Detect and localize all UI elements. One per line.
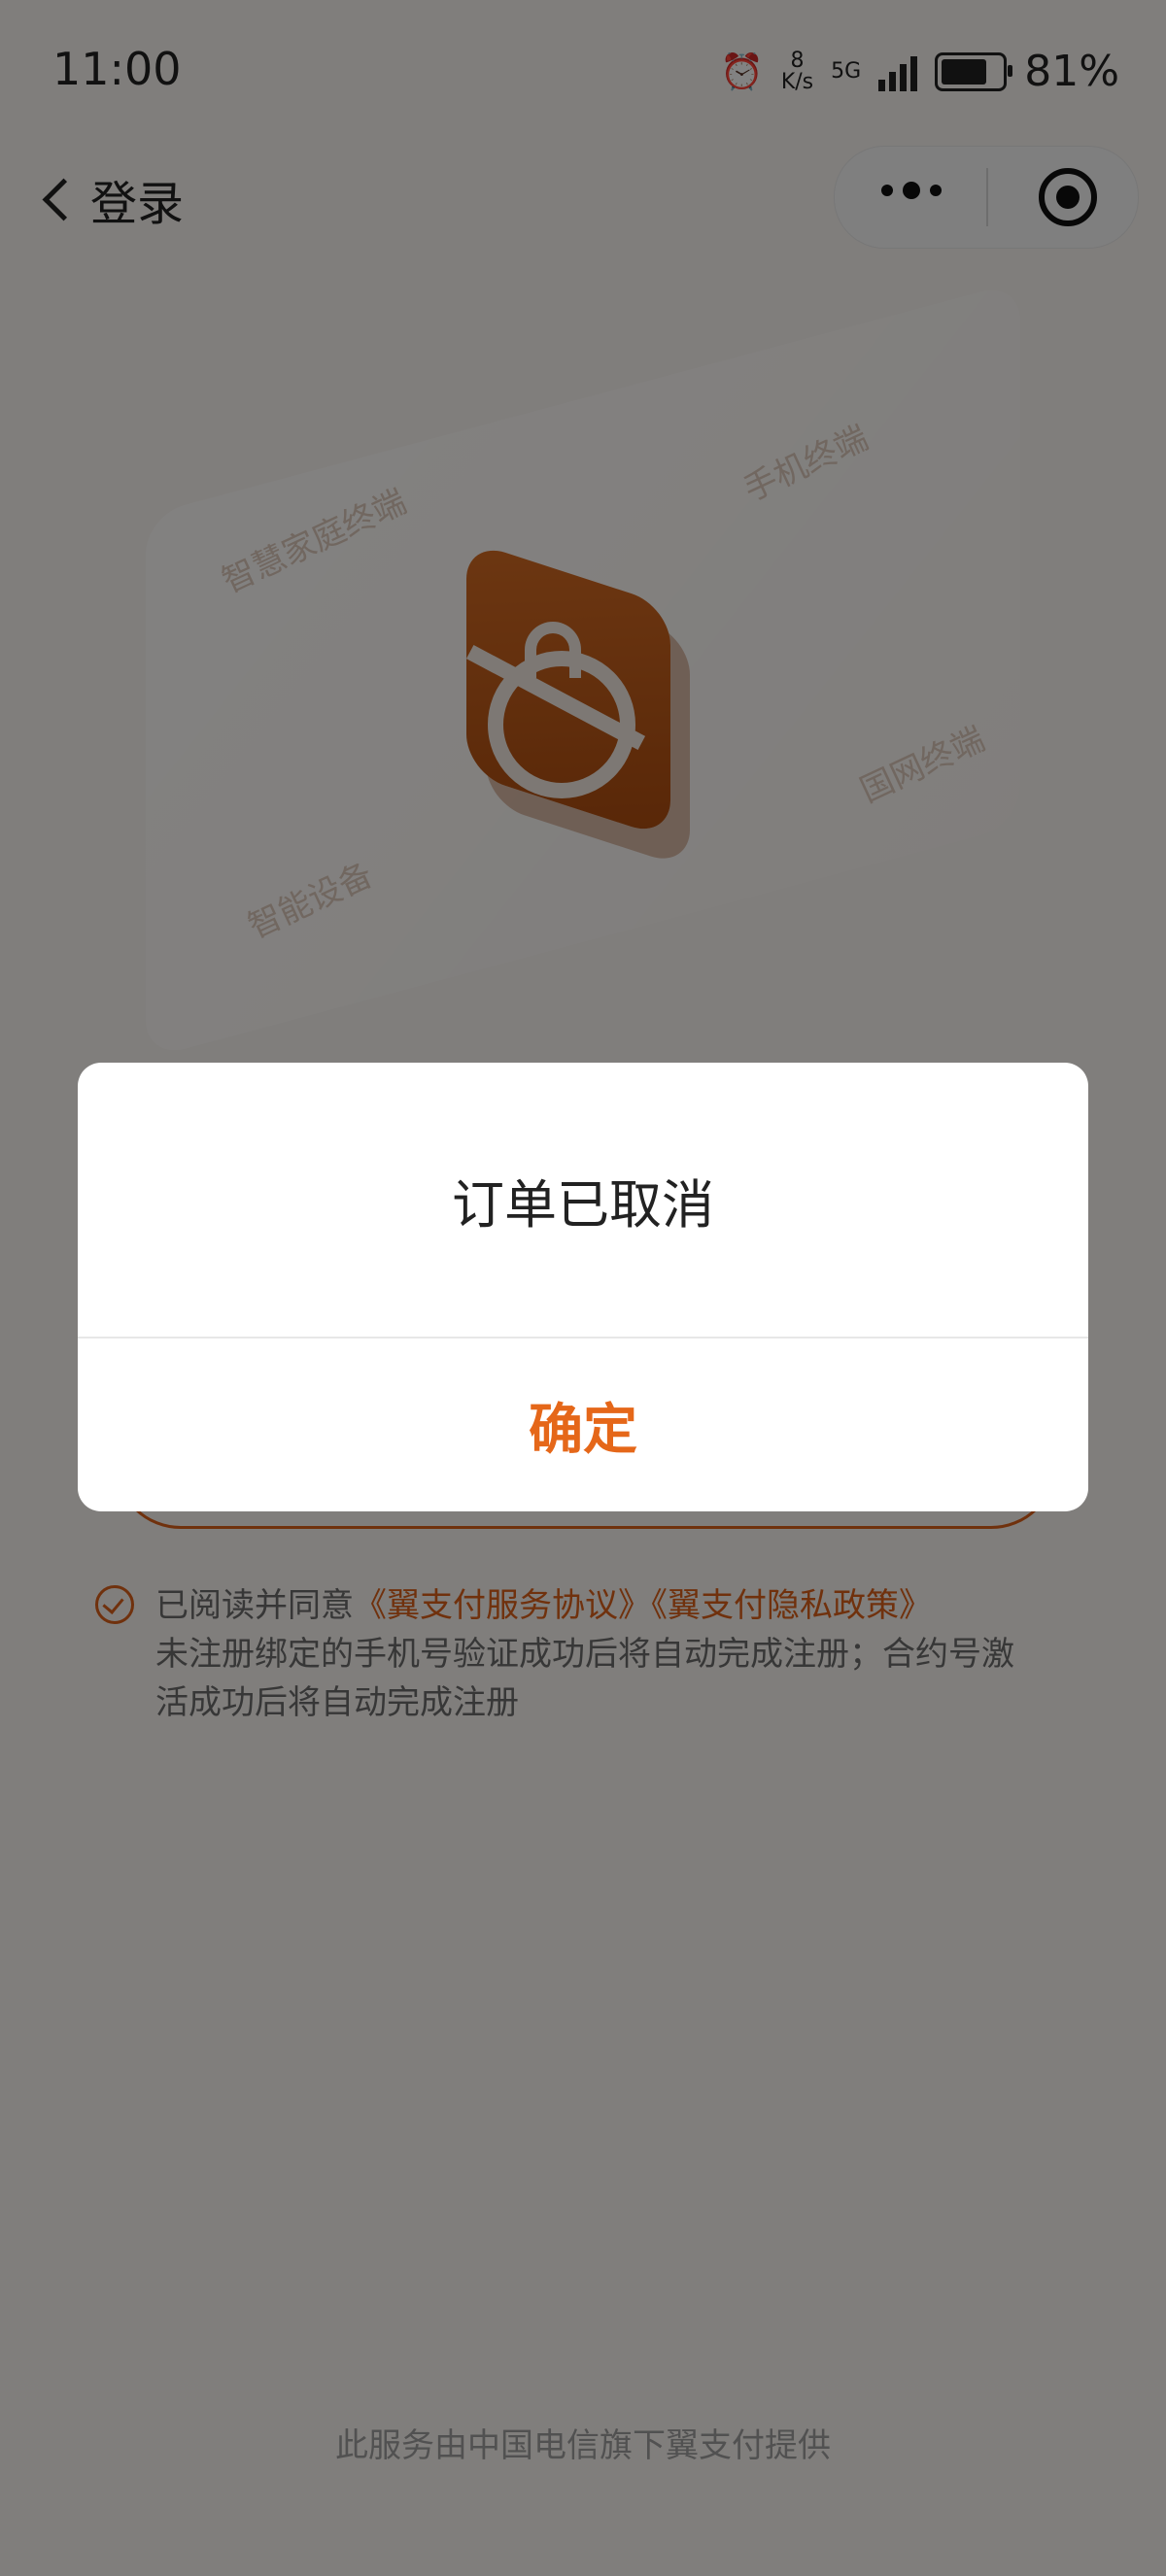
- confirm-button[interactable]: 确定: [78, 1339, 1088, 1511]
- dialog-message: 订单已取消: [452, 1173, 714, 1236]
- order-cancelled-dialog: 订单已取消 确定: [78, 1063, 1088, 1511]
